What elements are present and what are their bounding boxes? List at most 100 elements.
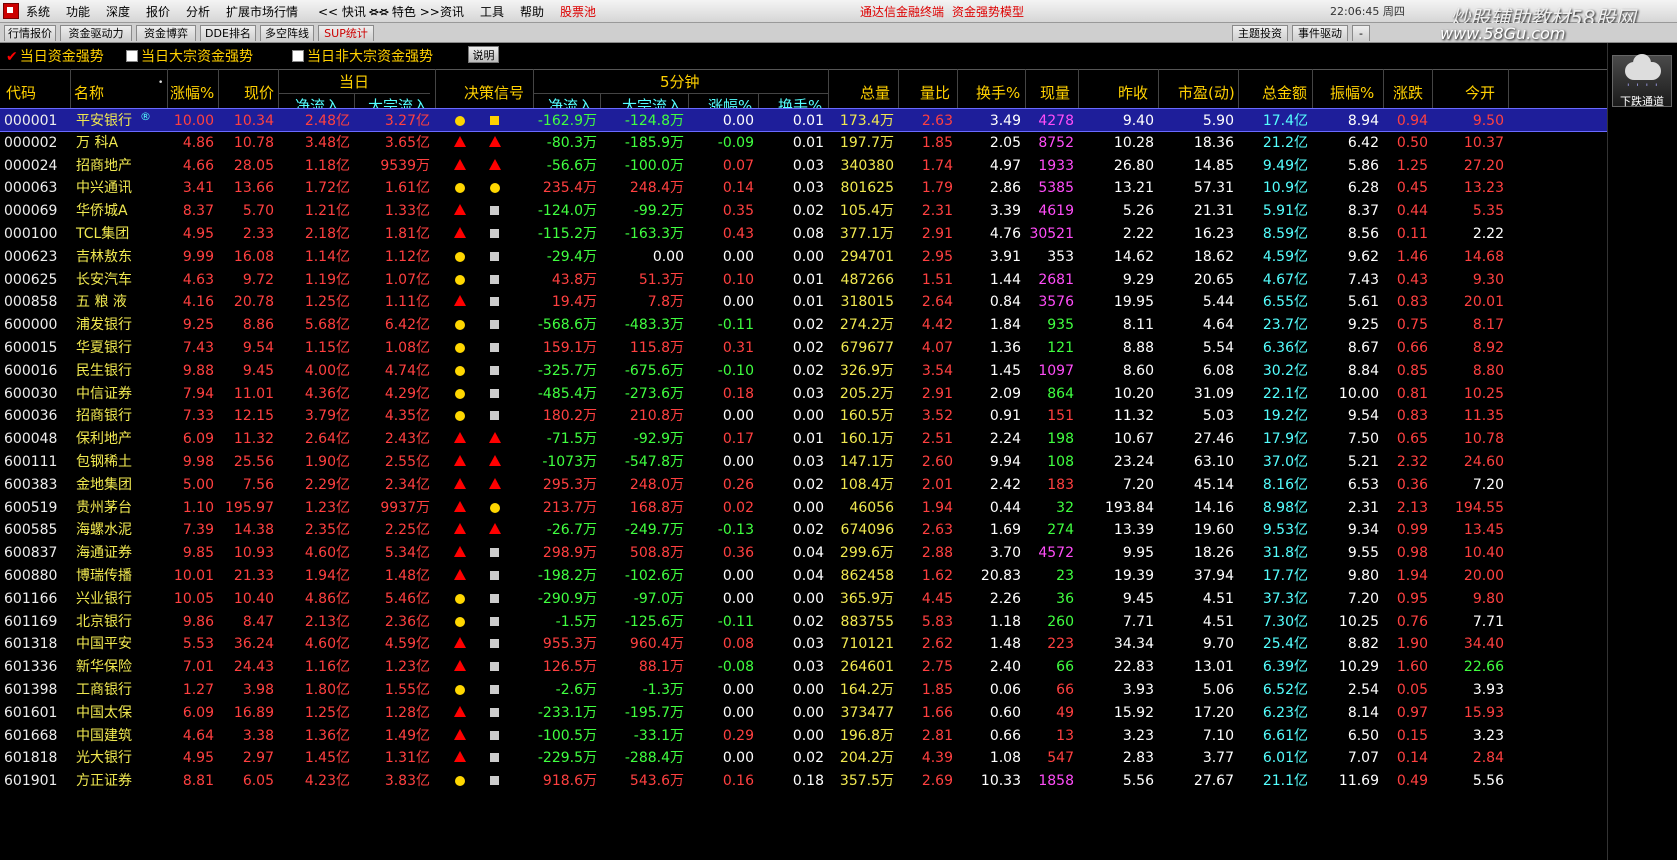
menu-info[interactable]: 资讯	[440, 3, 464, 20]
table-row[interactable]: 600585 海螺水泥 7.39 14.38 2.35亿 2.25亿 -26.7万 -249.…	[0, 518, 1607, 542]
menu-help[interactable]: 帮助	[520, 3, 544, 20]
cell-change-pct-5: 0.00	[722, 750, 754, 767]
tab-event-driven[interactable]: 事件驱动	[1292, 25, 1348, 41]
col-header-price[interactable]: 现价	[244, 82, 274, 103]
col-header-current-volume[interactable]: 现量	[1040, 82, 1070, 103]
table-row[interactable]: 600015 华夏银行 7.43 9.54 1.15亿 1.08亿 159.1万 115.8万…	[0, 336, 1607, 360]
filter-today-nonblock-strength[interactable]: 当日非大宗资金强势	[292, 46, 433, 66]
menu-analysis[interactable]: 分析	[186, 3, 210, 20]
buy-signal-circle-icon	[455, 251, 465, 262]
tab-sup-stats[interactable]: SUP统计	[318, 25, 374, 41]
col-header-name[interactable]: 名称	[74, 82, 104, 103]
table-row[interactable]: 601668 中国建筑 4.64 3.38 1.36亿 1.49亿 -100.5万 -33.1…	[0, 724, 1607, 748]
cell-block-inflow-5: -163.3万	[624, 226, 684, 242]
cell-volume-ratio: 2.31	[921, 203, 953, 220]
tab-dde-rank[interactable]: DDE排名	[200, 25, 256, 41]
tab-bull-bear[interactable]: 多空阵线	[260, 25, 314, 41]
cell-amount: 21.2亿	[1262, 134, 1308, 151]
cell-total-volume: 105.4万	[839, 203, 894, 220]
cell-open: 2.22	[1472, 226, 1504, 242]
up-triangle-icon	[454, 158, 466, 170]
table-row[interactable]: 600519 贵州茅台 1.10 195.97 1.23亿 9937万 213.7万 168.…	[0, 496, 1607, 520]
table-row[interactable]: 600048 保利地产 6.09 11.32 2.64亿 2.43亿 -71.5万 -92.9…	[0, 427, 1607, 451]
tab-capital-game[interactable]: 资金博弈	[136, 25, 196, 41]
cell-pe: 27.67	[1193, 773, 1234, 790]
table-row[interactable]: 000024 招商地产 4.66 28.05 1.18亿 9539万 -56.6万 -100.…	[0, 154, 1607, 178]
table-row[interactable]: 000858 五 粮 液 4.16 20.78 1.25亿 1.11亿 19.4万 7.8万 0…	[0, 290, 1607, 314]
table-row[interactable]: 600880 博瑞传播 10.01 21.33 1.94亿 1.48亿 -198.2万 -10…	[0, 564, 1607, 588]
cell-turnover-5: 0.04	[792, 545, 824, 562]
table-row[interactable]: 000623 吉林敖东 9.99 16.08 1.14亿 1.12亿 -29.4万 0.00 0…	[0, 245, 1607, 269]
table-row[interactable]: 601166 兴业银行 10.05 10.40 4.86亿 5.46亿 -290.9万 -97…	[0, 587, 1607, 611]
col-header-total-volume[interactable]: 总量	[860, 82, 890, 103]
cell-code: 601901	[4, 773, 58, 790]
table-row[interactable]: 000001 平安银行 10.00 10.34 2.48亿 3.27亿 -162.9万 -12…	[0, 108, 1607, 132]
menu-tools[interactable]: 工具	[480, 3, 504, 20]
cell-name: 博瑞传播	[76, 568, 132, 584]
col-header-turnover[interactable]: 换手%	[976, 82, 1020, 103]
col-header-change[interactable]: 涨跌	[1393, 82, 1423, 103]
up-triangle-icon	[454, 546, 466, 558]
cell-turnover: 2.42	[989, 476, 1021, 493]
app-logo-icon[interactable]	[3, 3, 19, 19]
menu-function[interactable]: 功能	[66, 3, 90, 20]
table-row[interactable]: 601818 光大银行 4.95 2.97 1.45亿 1.31亿 -229.5万 -288.…	[0, 746, 1607, 770]
filter-today-strength[interactable]: ✔ 当日资金强势	[6, 46, 104, 66]
table-row[interactable]: 601336 新华保险 7.01 24.43 1.16亿 1.23亿 126.5万 88.1万…	[0, 655, 1607, 679]
table-row[interactable]: 600837 海通证券 9.85 10.93 4.60亿 5.34亿 298.9万 508.8…	[0, 541, 1607, 565]
menu-extended-market[interactable]: 扩展市场行情	[226, 3, 298, 20]
table-row[interactable]: 000002 万 科A 4.86 10.78 3.48亿 3.65亿 -80.3万 -185.…	[0, 131, 1607, 155]
table-row[interactable]: 601169 北京银行 9.86 8.47 2.13亿 2.36亿 -1.5万 -125.6万…	[0, 610, 1607, 634]
menu-features[interactable]: << 特色 >>	[368, 3, 440, 20]
explain-button[interactable]: 说明	[468, 46, 499, 63]
filter-today-block-strength[interactable]: 当日大宗资金强势	[126, 46, 253, 66]
cell-amplitude: 2.31	[1347, 499, 1379, 516]
table-row[interactable]: 000625 长安汽车 4.63 9.72 1.19亿 1.07亿 43.8万 51.3万 0.…	[0, 268, 1607, 292]
table-row[interactable]: 600383 金地集团 5.00 7.56 2.29亿 2.34亿 295.3万 248.0万…	[0, 473, 1607, 497]
tab-capital-drive[interactable]: 资金驱动力	[60, 25, 132, 41]
tab-quotes[interactable]: 行情报价	[4, 25, 56, 41]
col-header-code[interactable]: 代码	[6, 82, 36, 103]
tab-more[interactable]: -	[1352, 25, 1370, 41]
col-header-amount[interactable]: 总金额	[1262, 82, 1307, 103]
cell-block-inflow: 4.59亿	[384, 636, 430, 653]
table-row[interactable]: 601601 中国太保 6.09 16.89 1.25亿 1.28亿 -233.1万 -195…	[0, 701, 1607, 725]
menu-stock-pool[interactable]: 股票池	[560, 3, 596, 20]
table-row[interactable]: 000069 华侨城A 8.37 5.70 1.21亿 1.33亿 -124.0万 -99.2…	[0, 199, 1607, 223]
table-row[interactable]: 600000 浦发银行 9.25 8.86 5.68亿 6.42亿 -568.6万 -483.…	[0, 313, 1607, 337]
market-weather-widget[interactable]: ' ' ' ' 下跌通道	[1612, 54, 1672, 108]
link-capital-strength-model[interactable]: 资金强势模型	[952, 3, 1024, 20]
cell-pe: 19.60	[1193, 522, 1234, 539]
table-row[interactable]: 600111 包钢稀土 9.98 25.56 1.90亿 2.55亿 -1073万 -547.…	[0, 450, 1607, 474]
cell-name: 兴业银行	[76, 590, 132, 607]
col-header-volume-ratio[interactable]: 量比	[920, 82, 950, 103]
cell-price: 3.38	[242, 727, 274, 744]
table-row[interactable]: 601398 工商银行 1.27 3.98 1.80亿 1.55亿 -2.6万 -1.3万 0.…	[0, 678, 1607, 702]
col-header-signal[interactable]: 决策信号	[464, 82, 524, 103]
cell-net-inflow-5: -233.1万	[537, 704, 597, 721]
menu-system[interactable]: 系统	[26, 3, 50, 20]
menu-depth[interactable]: 深度	[106, 3, 130, 20]
table-row[interactable]: 600030 中信证券 7.94 11.01 4.36亿 4.29亿 -485.4万 -273…	[0, 382, 1607, 406]
tab-theme-investing[interactable]: 主题投资	[1232, 25, 1288, 41]
col-header-amplitude[interactable]: 振幅%	[1330, 82, 1374, 103]
link-tdx-terminal[interactable]: 通达信金融终端	[860, 3, 944, 20]
cell-block-inflow-5: -102.6万	[624, 568, 684, 584]
col-header-change-pct[interactable]: 涨幅%	[170, 82, 214, 103]
cell-change-pct: 10.00	[173, 113, 214, 129]
cell-block-inflow-5: 168.8万	[629, 499, 684, 516]
table-row[interactable]: 000063 中兴通讯 3.41 13.66 1.72亿 1.61亿 235.4万 248.4…	[0, 176, 1607, 200]
cell-amount: 9.49亿	[1262, 157, 1308, 174]
col-header-pe[interactable]: 市盈(动)	[1178, 82, 1235, 103]
table-row[interactable]: 000100 TCL集团 4.95 2.33 2.18亿 1.81亿 -115.2万 -163…	[0, 222, 1607, 246]
cell-net-inflow: 1.94亿	[304, 568, 350, 584]
table-row[interactable]: 600036 招商银行 7.33 12.15 3.79亿 4.35亿 180.2万 210.8…	[0, 404, 1607, 428]
table-row[interactable]: 601901 方正证券 8.81 6.05 4.23亿 3.83亿 918.6万 543.6万…	[0, 769, 1607, 793]
cell-change-pct-5: 0.07	[722, 157, 754, 174]
cell-amplitude: 9.80	[1347, 568, 1379, 584]
col-header-prev-close[interactable]: 昨收	[1118, 82, 1148, 103]
table-row[interactable]: 601318 中国平安 5.53 36.24 4.60亿 4.59亿 955.3万 960.4…	[0, 632, 1607, 656]
col-header-open[interactable]: 今开	[1465, 82, 1495, 103]
table-row[interactable]: 600016 民生银行 9.88 9.45 4.00亿 4.74亿 -325.7万 -675.…	[0, 359, 1607, 383]
menu-quotes[interactable]: 报价	[146, 3, 170, 20]
